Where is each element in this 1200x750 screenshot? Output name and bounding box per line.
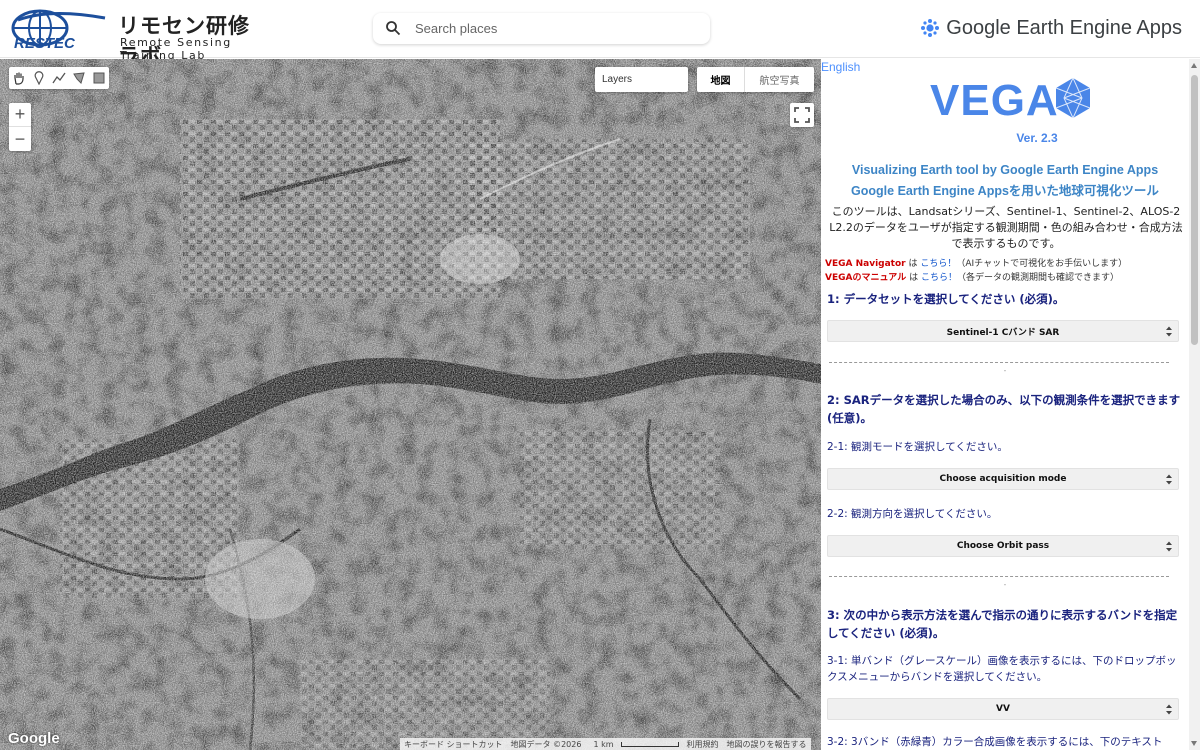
rectangle-icon[interactable]: [89, 67, 109, 89]
acquisition-mode-value: Choose acquisition mode: [939, 474, 1067, 484]
step1-heading: 1: データセットを選択してください (必須)。: [827, 292, 1065, 306]
manual-connector: は: [906, 273, 921, 283]
map-type-control: 地図 航空写真: [697, 67, 814, 92]
map-canvas[interactable]: + − Layers 地図 航空写真 Google キーボード ショートカット …: [0, 59, 821, 750]
navigator-link[interactable]: こちら！: [920, 259, 956, 269]
language-link[interactable]: English: [821, 60, 860, 74]
navigator-label: VEGA Navigator: [825, 259, 906, 269]
restec-emblem-icon: RESTEC: [11, 9, 106, 52]
chevron-updown-icon: [1166, 474, 1172, 485]
dataset-select-value: Sentinel-1 Cバンド SAR: [946, 327, 1060, 338]
polyline-icon[interactable]: [49, 67, 69, 89]
keyboard-shortcuts-link[interactable]: キーボード ショートカット: [400, 738, 507, 750]
band-select-value: VV: [996, 704, 1010, 714]
earth-engine-icon: [921, 19, 940, 37]
app-title: Google Earth Engine Apps: [946, 16, 1182, 39]
step2-heading: 2: SARデータを選択した場合のみ、以下の観測条件を選択できます (任意)。: [827, 393, 1181, 425]
panel-scrollbar[interactable]: [1189, 59, 1200, 750]
tool-description: このツールは、Landsatシリーズ、Sentinel-1、Sentinel-2…: [829, 205, 1183, 250]
scale-label: 1 km: [593, 739, 614, 749]
search-input[interactable]: [415, 13, 695, 44]
map-type-satellite-button[interactable]: 航空写真: [745, 67, 814, 92]
section-divider: [829, 576, 1169, 577]
search-box: [373, 13, 710, 44]
app-header: RESTEC リモセン研修ラボ Remote Sensing Training …: [0, 0, 1200, 68]
chevron-updown-icon: [1166, 541, 1172, 552]
terms-link[interactable]: 利用規約: [683, 738, 723, 750]
map-data-credit: 地図データ ©2026: [510, 740, 582, 749]
zoom-out-button[interactable]: −: [9, 127, 31, 151]
manual-label: VEGAのマニュアル: [825, 273, 907, 283]
scroll-thumb[interactable]: [1191, 75, 1198, 345]
divider-dot: -: [1003, 366, 1007, 375]
layers-dropdown[interactable]: Layers: [595, 67, 688, 92]
step3-1-prompt: 3-1: 単バンド（グレースケール）画像を表示するには、下のドロップボックスメニ…: [827, 655, 1177, 683]
navigator-connector: は: [905, 259, 921, 269]
zoom-in-button[interactable]: +: [9, 103, 31, 127]
dataset-select[interactable]: Sentinel-1 Cバンド SAR: [827, 320, 1179, 342]
zoom-control: + −: [9, 103, 31, 151]
version-label: Ver. 2.3: [1016, 131, 1058, 145]
restec-brand-text: RESTEC: [14, 35, 76, 52]
fullscreen-button[interactable]: [790, 103, 814, 127]
map-attribution: キーボード ショートカット 地図データ ©2026 1 km 利用規約 地図の誤…: [400, 738, 811, 750]
navigator-link-line: VEGA Navigator は こちら！（AIチャットで可視化をお手伝いします…: [825, 256, 1127, 269]
map-type-map-button[interactable]: 地図: [697, 67, 745, 92]
hand-icon[interactable]: [9, 67, 29, 89]
drawing-toolbar: [9, 67, 109, 89]
scale-bar[interactable]: 1 km: [585, 738, 682, 750]
vega-title: VEGA: [930, 76, 1059, 125]
step2-1-prompt: 2-1: 観測モードを選択してください。: [827, 441, 1008, 453]
scroll-down-arrow-icon[interactable]: [1191, 741, 1197, 746]
fullscreen-icon: [794, 107, 810, 123]
report-error-link[interactable]: 地図の誤りを報告する: [723, 738, 811, 750]
divider-dot: -: [1003, 580, 1007, 589]
step3-heading: 3: 次の中から表示方法を選んで指示の通りに表示するバンドを指定してください (…: [827, 608, 1178, 640]
gee-apps-brand[interactable]: Google Earth Engine Apps: [920, 14, 1182, 42]
step2-2-prompt: 2-2: 観測方向を選択してください。: [827, 508, 998, 520]
subtitle-english: Visualizing Earth tool by Google Earth E…: [851, 163, 1159, 177]
chevron-updown-icon: [1166, 326, 1172, 337]
band-select[interactable]: VV: [827, 698, 1179, 720]
orbit-pass-value: Choose Orbit pass: [956, 541, 1050, 551]
manual-link-line: VEGAのマニュアル は こちら！（各データの観測期間も確認できます）: [825, 270, 1119, 283]
step3-2-prompt: 3-2: 3バンド（赤緑青）カラー合成画像を表示するには、下のテキスト: [827, 736, 1163, 748]
search-icon[interactable]: [385, 20, 401, 36]
subtitle-japanese: Google Earth Engine Appsを用いた地球可視化ツール: [851, 184, 1159, 198]
section-divider: [829, 362, 1169, 363]
orbit-pass-select[interactable]: Choose Orbit pass: [827, 535, 1179, 557]
vega-panel: English VEGA Ver. 2.3 Visualizing Earth …: [821, 59, 1189, 750]
acquisition-mode-select[interactable]: Choose acquisition mode: [827, 468, 1179, 490]
restec-logo[interactable]: RESTEC リモセン研修ラボ Remote Sensing Training …: [10, 6, 268, 68]
marker-icon[interactable]: [29, 67, 49, 89]
sar-imagery: [0, 59, 821, 750]
navigator-note: （AIチャットで可視化をお手伝いします）: [956, 259, 1128, 269]
manual-link[interactable]: こちら！: [921, 273, 957, 283]
scale-bar-graphic: [620, 741, 679, 747]
chevron-updown-icon: [1166, 704, 1172, 715]
scroll-up-arrow-icon[interactable]: [1191, 63, 1197, 68]
manual-note: （各データの観測期間も確認できます）: [956, 273, 1119, 283]
google-logo: Google: [8, 730, 60, 747]
polygon-icon[interactable]: [69, 67, 89, 89]
vega-logo-icon: [1055, 77, 1091, 119]
